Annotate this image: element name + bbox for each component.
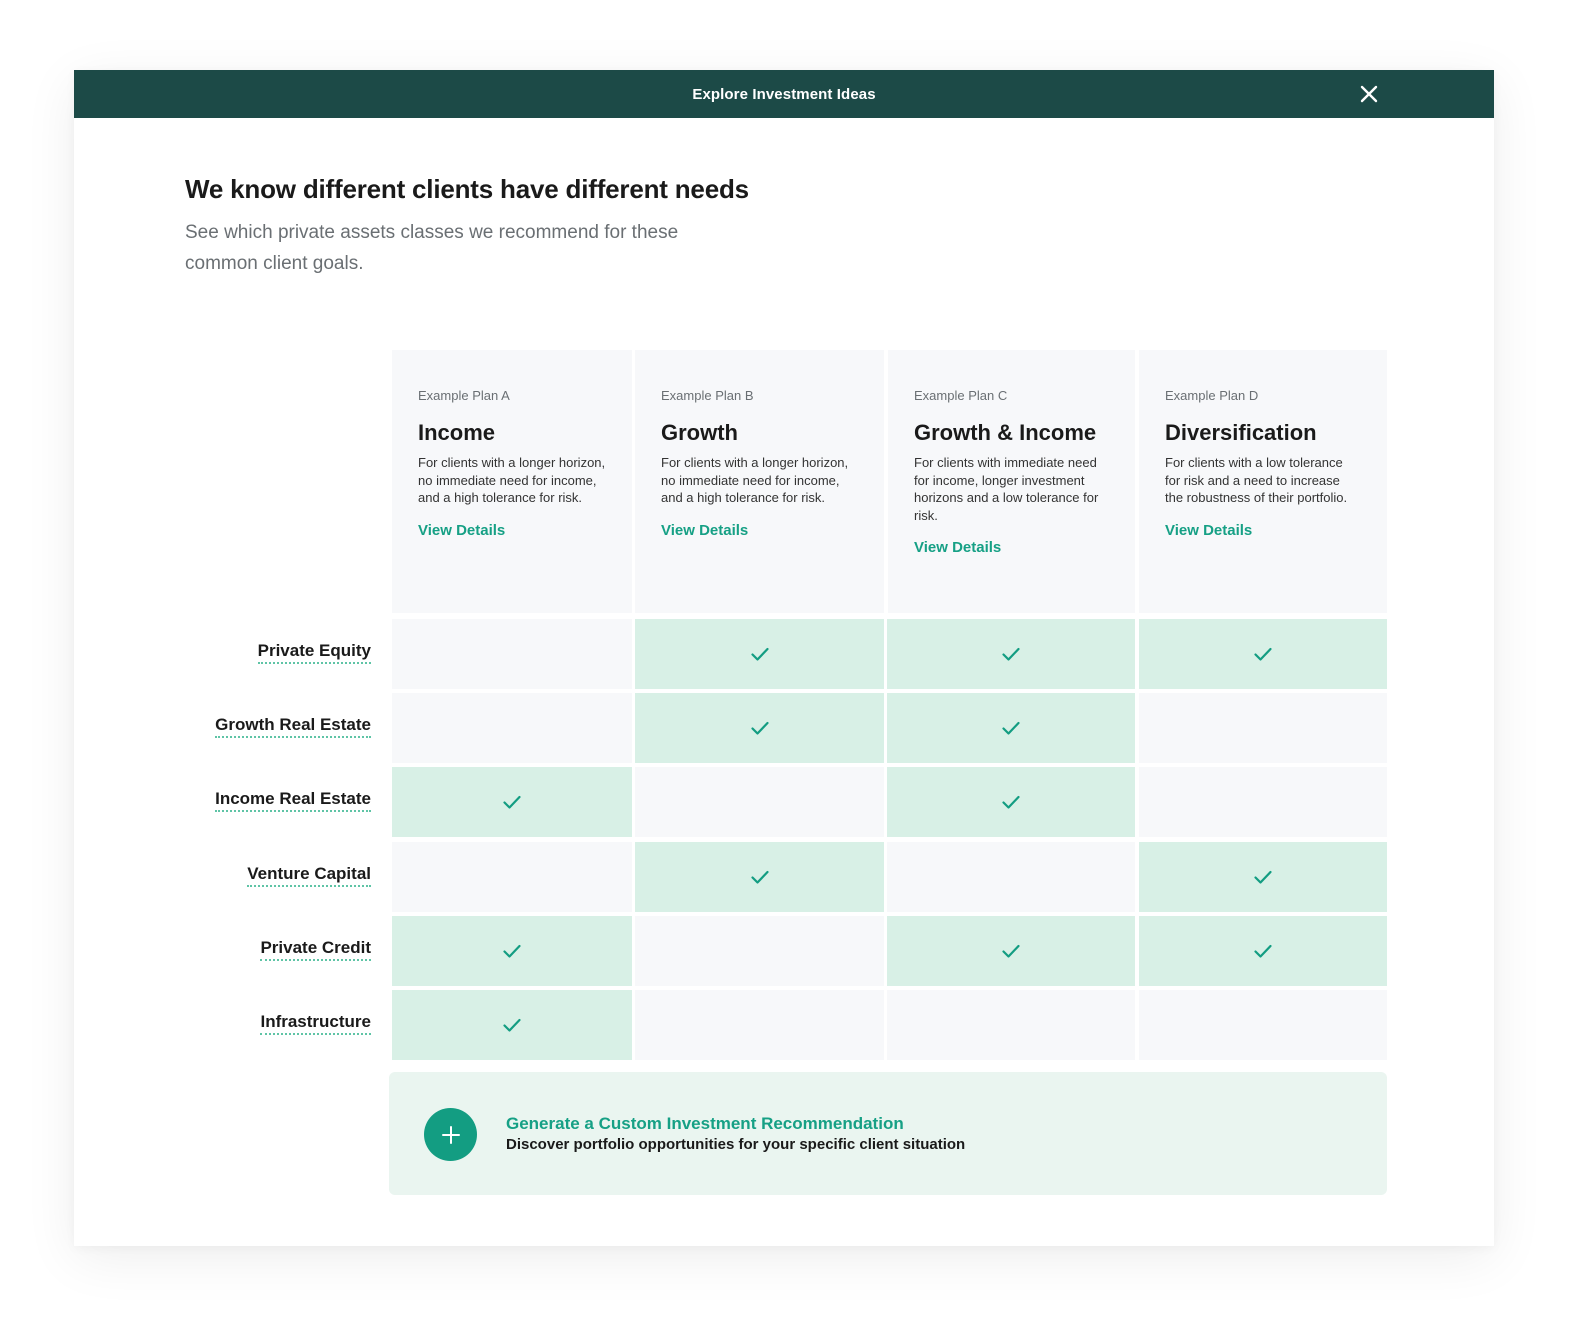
plan-description: For clients with a longer horizon, no im… (418, 455, 606, 506)
page-heading: We know different clients have different… (185, 174, 749, 204)
view-details-link-income[interactable]: View Details (418, 522, 505, 539)
investment-ideas-modal: Explore Investment Ideas We know differe… (74, 70, 1494, 1246)
matrix-cell-empty (635, 916, 884, 986)
check-icon (1002, 795, 1020, 809)
matrix-cell-included (1139, 619, 1387, 689)
page-subheading: See which private assets classes we reco… (185, 222, 679, 274)
check-icon (1254, 870, 1272, 884)
matrix-cell-empty (392, 693, 632, 763)
custom-recommendation-button[interactable]: Generate a Custom Investment Recommendat… (389, 1072, 1387, 1195)
matrix-cell-empty (635, 767, 884, 837)
matrix-cell-empty (392, 842, 632, 912)
matrix-cell-included (887, 693, 1135, 763)
asset-class-label[interactable]: Venture Capital (247, 864, 371, 887)
plan-card-growth: Example Plan B Growth For clients with a… (635, 350, 884, 613)
modal-title: Explore Investment Ideas (692, 85, 876, 103)
check-icon (1002, 647, 1020, 661)
matrix-cell-included (635, 619, 884, 689)
matrix-cell-empty (392, 619, 632, 689)
check-icon (1254, 647, 1272, 661)
cta-title: Generate a Custom Investment Recommendat… (506, 1114, 904, 1133)
matrix-cell-included (392, 767, 632, 837)
check-icon (750, 647, 769, 661)
matrix-cell-empty (887, 990, 1135, 1060)
matrix-cell-included (887, 619, 1135, 689)
asset-class-label[interactable]: Private Credit (260, 938, 371, 961)
plan-card-growth-income: Example Plan C Growth & Income For clien… (888, 350, 1135, 613)
check-icon (503, 1018, 521, 1032)
plan-eyebrow: Example Plan C (914, 388, 1008, 403)
view-details-link-growth[interactable]: View Details (661, 522, 748, 539)
asset-class-label[interactable]: Income Real Estate (215, 789, 371, 812)
matrix-cell-empty (1139, 767, 1387, 837)
plus-icon (441, 1125, 460, 1144)
modal-header: Explore Investment Ideas (74, 70, 1494, 118)
view-details-link-growth-income[interactable]: View Details (914, 539, 1001, 556)
plan-title: Growth (661, 420, 738, 445)
matrix-cell-empty (1139, 990, 1387, 1060)
plan-title: Income (418, 420, 496, 445)
plan-card-income: Example Plan A Income For clients with a… (392, 350, 632, 613)
plan-eyebrow: Example Plan B (661, 388, 754, 403)
plan-title: Diversification (1165, 420, 1317, 445)
matrix-cell-included (887, 767, 1135, 837)
matrix-cell-empty (635, 990, 884, 1060)
asset-class-label[interactable]: Infrastructure (260, 1012, 371, 1035)
check-icon (503, 795, 521, 809)
matrix-cell-empty (1139, 693, 1387, 763)
matrix-cell-included (635, 693, 884, 763)
check-icon (1002, 721, 1020, 735)
matrix-cell-included (635, 842, 884, 912)
plan-eyebrow: Example Plan A (418, 388, 510, 403)
plan-card-diversification: Example Plan D Diversification For clien… (1139, 350, 1387, 613)
matrix-cell-included (392, 990, 632, 1060)
check-icon (750, 721, 769, 735)
matrix-cell-included (887, 916, 1135, 986)
check-icon (503, 944, 521, 958)
plan-description: For clients with a low tolerance for ris… (1165, 455, 1348, 506)
asset-class-label[interactable]: Growth Real Estate (215, 715, 371, 738)
matrix-cell-included (1139, 842, 1387, 912)
plan-description: For clients with a longer horizon, no im… (661, 455, 849, 506)
check-icon (750, 870, 769, 884)
plus-button (424, 1108, 477, 1161)
cta-subtitle: Discover portfolio opportunities for you… (506, 1136, 966, 1153)
matrix-cell-empty (887, 842, 1135, 912)
check-icon (1254, 944, 1272, 958)
plan-title: Growth & Income (914, 420, 1097, 445)
view-details-link-diversification[interactable]: View Details (1165, 522, 1252, 539)
matrix-cell-included (1139, 916, 1387, 986)
asset-class-label[interactable]: Private Equity (257, 641, 371, 664)
check-icon (1002, 944, 1020, 958)
plan-description: For clients with immediate need for inco… (914, 455, 1099, 523)
matrix-cell-included (392, 916, 632, 986)
close-button[interactable] (1356, 81, 1382, 107)
plan-eyebrow: Example Plan D (1165, 388, 1259, 403)
close-icon (1360, 85, 1378, 103)
